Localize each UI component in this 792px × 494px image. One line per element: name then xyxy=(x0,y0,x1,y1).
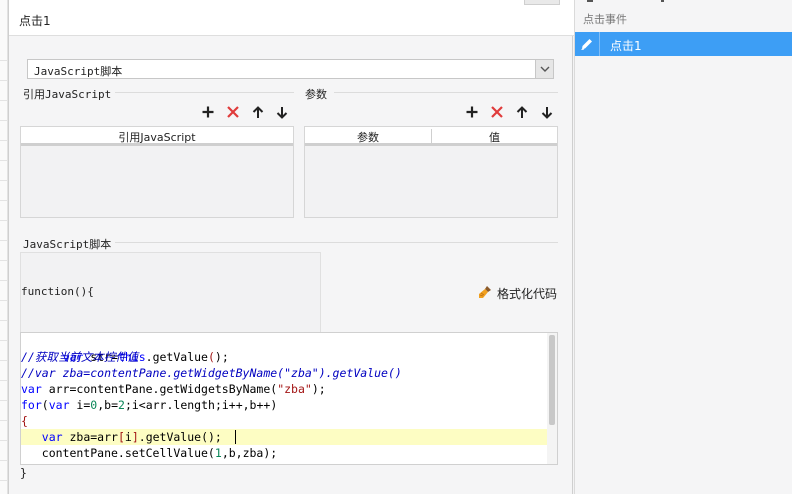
add-icon[interactable] xyxy=(199,103,217,121)
event-item-label: 点击1 xyxy=(610,39,642,53)
dialog-titlebar: 点击1 xyxy=(9,0,574,36)
move-up-icon[interactable] xyxy=(513,103,531,121)
script-editor[interactable]: var str=this.getValue(); //获取当前文本控件值 //v… xyxy=(20,332,558,465)
code-line: //获取当前文本控件值 xyxy=(21,350,139,364)
script-type-select[interactable]: JavaScript脚本 xyxy=(27,59,554,79)
pencil-icon[interactable] xyxy=(575,32,600,56)
code-line: for(var i=0,b=2;i<arr.length;i++,b++) xyxy=(21,398,278,412)
events-header: 点击事件 xyxy=(583,13,627,26)
dialog-title: 点击1 xyxy=(19,14,51,28)
broom-icon xyxy=(477,284,493,303)
code-line: var arr=contentPane.getWidgetsByName("zb… xyxy=(21,382,326,396)
format-code-label: 格式化代码 xyxy=(497,286,558,301)
params-table: 参数 值 xyxy=(304,126,558,218)
delete-icon[interactable] xyxy=(224,103,242,121)
add-icon[interactable] xyxy=(463,103,481,121)
code-line: var str=this.getValue(); xyxy=(62,350,229,364)
js-refs-table: 引用JavaScript xyxy=(20,126,294,218)
function-closing-brace: } xyxy=(20,466,27,480)
script-type-value: JavaScript脚本 xyxy=(34,65,123,78)
panel-top-edge xyxy=(587,0,664,2)
move-down-icon[interactable] xyxy=(273,103,291,121)
chevron-down-icon[interactable] xyxy=(535,60,553,78)
events-panel: 点击事件 点击1 xyxy=(574,0,792,494)
function-header-area: function(){ xyxy=(20,252,321,332)
divider xyxy=(99,242,558,243)
js-refs-section-label: 引用JavaScript xyxy=(23,86,116,102)
text-caret xyxy=(235,430,236,444)
column-header-param: 参数 xyxy=(357,131,379,144)
code-line-highlighted: var zba=arr[i].getValue(); xyxy=(21,429,547,445)
params-section-label: 参数 xyxy=(305,86,331,102)
code-line: { xyxy=(21,414,28,428)
event-item-click1[interactable]: 点击1 xyxy=(575,32,792,56)
script-section-label: JavaScript脚本 xyxy=(23,236,116,252)
vertical-scrollbar[interactable] xyxy=(547,333,557,464)
table-header: 引用JavaScript xyxy=(21,127,293,146)
code-line: contentPane.setCellValue(1,b,zba); xyxy=(21,446,278,460)
divider xyxy=(334,92,558,93)
column-header-value: 值 xyxy=(489,131,500,144)
window-button[interactable] xyxy=(524,0,560,5)
function-header: function(){ xyxy=(21,285,94,298)
code-line: //var zba=contentPane.getWidgetByName("z… xyxy=(21,366,402,380)
divider xyxy=(97,92,294,93)
move-up-icon[interactable] xyxy=(249,103,267,121)
format-code-button[interactable]: 格式化代码 xyxy=(477,283,557,303)
scrollbar-thumb[interactable] xyxy=(549,335,555,425)
column-header-js-ref: 引用JavaScript xyxy=(118,131,196,144)
move-down-icon[interactable] xyxy=(538,103,556,121)
event-editor-dialog: 点击1 JavaScript脚本 引用JavaScript 引用JavaScri… xyxy=(8,0,574,494)
table-header: 参数 值 xyxy=(305,127,557,146)
delete-icon[interactable] xyxy=(488,103,506,121)
background-grid xyxy=(0,0,8,494)
